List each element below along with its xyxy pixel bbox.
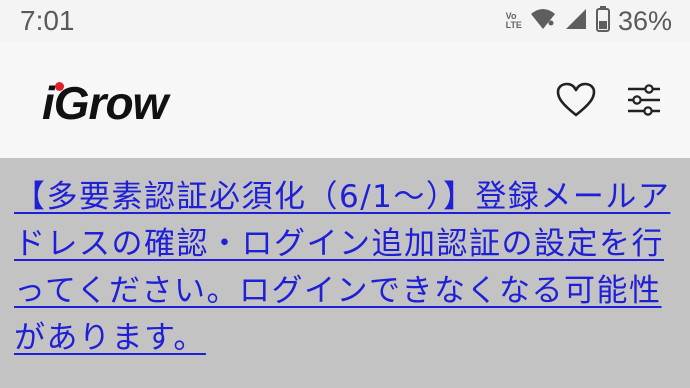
screen: 7:01 Vo LTE 36% iGrow 【多要素認証必須化（6/1〜）】登録…	[0, 0, 690, 388]
cellular-signal-icon	[564, 7, 588, 35]
mfa-notice-banner: 【多要素認証必須化（6/1〜）】登録メールアドレスの確認・ログイン追加認証の設定…	[0, 158, 690, 388]
status-icons: Vo LTE 36%	[506, 6, 672, 37]
mfa-notice-link[interactable]: 【多要素認証必須化（6/1〜）】登録メールアドレスの確認・ログイン追加認証の設定…	[14, 174, 678, 362]
logo-accent-dot	[55, 82, 64, 91]
app-header: iGrow	[0, 42, 690, 158]
status-bar: 7:01 Vo LTE 36%	[0, 0, 690, 42]
status-time: 7:01	[20, 5, 75, 36]
favorites-button[interactable]	[554, 80, 598, 124]
filter-sliders-icon	[626, 83, 662, 121]
battery-icon	[595, 6, 610, 36]
battery-percent: 36%	[617, 5, 672, 36]
settings-filter-button[interactable]	[622, 80, 666, 124]
heart-icon	[556, 82, 596, 122]
volte-indicator: Vo LTE	[505, 11, 522, 30]
wifi-icon	[530, 8, 556, 34]
